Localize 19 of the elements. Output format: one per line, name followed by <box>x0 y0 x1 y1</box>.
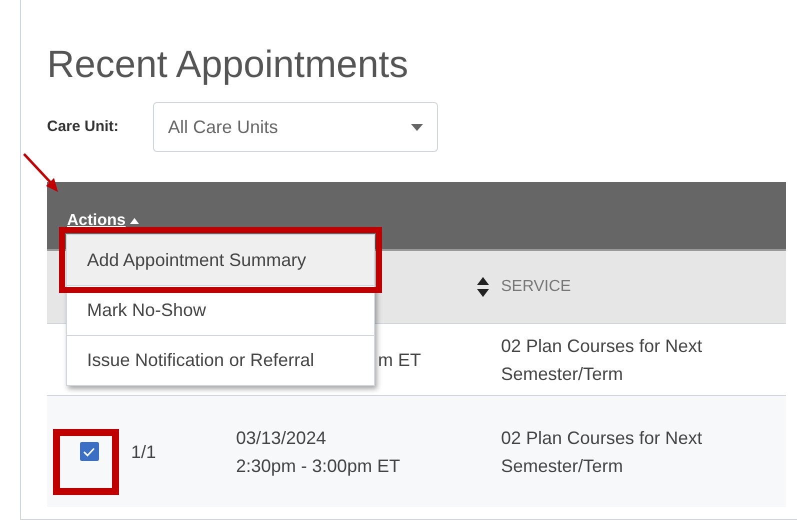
menu-item[interactable]: Issue Notification or Referral <box>67 335 374 385</box>
menu-item[interactable]: Add Appointment Summary <box>67 235 374 285</box>
table-cell-text: 2:30pm - 3:00pm ET <box>236 454 400 478</box>
table-cell-text: 02 Plan Courses for Next Semester/Term <box>501 334 704 386</box>
table-cell-text: 03/13/2024 <box>236 426 326 450</box>
page-title: Recent Appointments <box>47 43 408 88</box>
table-cell: 1/1 <box>131 442 156 462</box>
caret-icon <box>411 124 423 130</box>
care-unit-select[interactable]: All Care Units <box>153 102 438 152</box>
table-cell-text: m ET <box>378 348 421 372</box>
row-checkbox[interactable] <box>80 442 98 461</box>
menu-item[interactable]: Mark No-Show <box>67 285 374 335</box>
check-icon <box>83 446 95 456</box>
filter-label: Care Unit: <box>47 116 120 137</box>
table-cell-text: 02 Plan Courses for Next Semester/Term <box>501 426 704 478</box>
actions-link[interactable]: Actions <box>67 209 139 233</box>
highlight-frame <box>53 429 119 495</box>
column-heading: SERVICE <box>501 277 571 297</box>
sort-icon[interactable] <box>477 277 489 297</box>
